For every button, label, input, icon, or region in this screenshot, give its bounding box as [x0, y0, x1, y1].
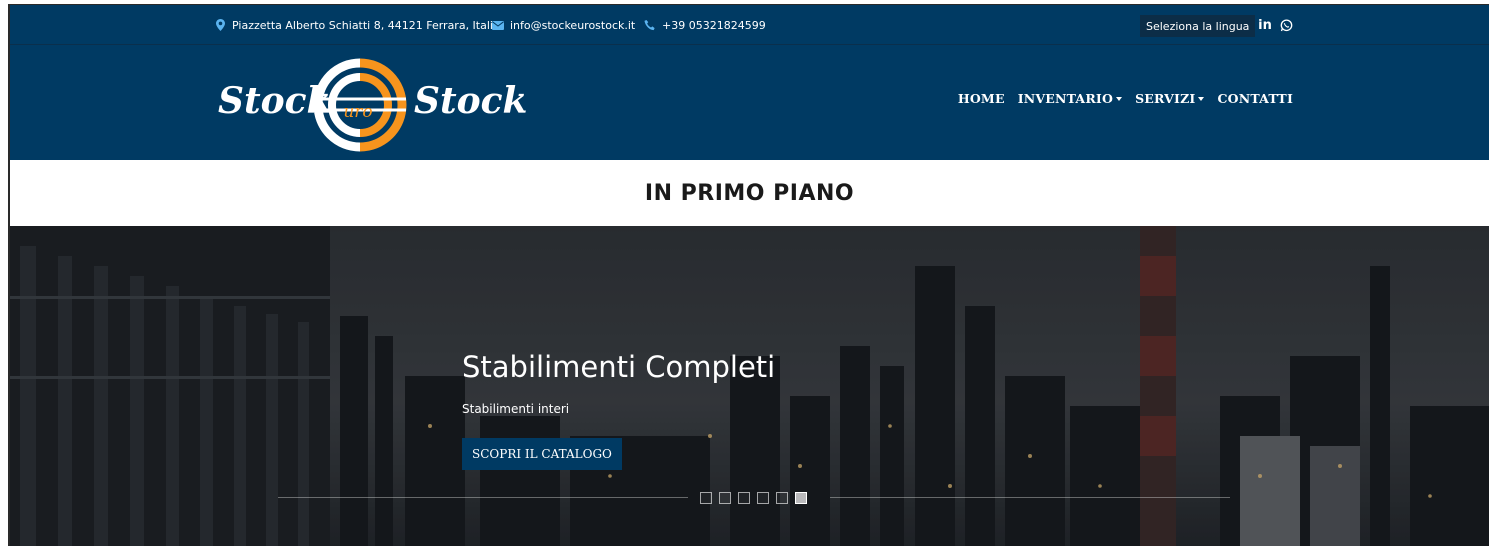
- nav-home[interactable]: HOME: [958, 91, 1005, 106]
- phone-contact[interactable]: +39 05321824599: [644, 5, 766, 45]
- svg-text:uro: uro: [343, 102, 372, 122]
- hero-title: Stabilimenti Completi: [462, 350, 776, 384]
- map-pin-icon: [214, 19, 226, 31]
- nav-inventario-label: INVENTARIO: [1017, 91, 1114, 106]
- address-contact: Piazzetta Alberto Schiatti 8, 44121 Ferr…: [214, 5, 500, 45]
- nav-contatti-label: CONTATTI: [1217, 91, 1293, 106]
- nav-inventario[interactable]: INVENTARIO: [1017, 91, 1123, 106]
- email-contact[interactable]: info@stockeurostock.it: [492, 5, 635, 45]
- site-logo[interactable]: Stock Stock uro: [210, 55, 540, 155]
- carousel-dot-4[interactable]: [757, 492, 769, 504]
- section-title: IN PRIMO PIANO: [10, 160, 1489, 226]
- nav-servizi-label: SERVIZI: [1135, 91, 1196, 106]
- catalog-button[interactable]: SCOPRI IL CATALOGO: [462, 438, 622, 470]
- carousel-dot-3[interactable]: [738, 492, 750, 504]
- carousel-dot-5[interactable]: [776, 492, 788, 504]
- linkedin-icon[interactable]: in: [1257, 17, 1273, 33]
- carousel-dot-2[interactable]: [719, 492, 731, 504]
- hero-carousel: Stabilimenti Completi Stabilimenti inter…: [10, 226, 1489, 546]
- carousel-dot-1[interactable]: [700, 492, 712, 504]
- address-text: Piazzetta Alberto Schiatti 8, 44121 Ferr…: [232, 18, 500, 32]
- caret-down-icon: [1198, 97, 1205, 101]
- svg-text:Stock: Stock: [218, 80, 332, 122]
- nav-home-label: HOME: [957, 91, 1005, 106]
- site-header: Stock Stock uro HOME INVENTARIO SERVIZI …: [10, 45, 1489, 160]
- phone-text[interactable]: +39 05321824599: [662, 19, 766, 32]
- phone-icon: [644, 19, 656, 31]
- carousel-dot-6[interactable]: [795, 492, 807, 504]
- nav-servizi[interactable]: SERVIZI: [1135, 91, 1205, 106]
- whatsapp-icon[interactable]: [1278, 17, 1294, 33]
- caret-down-icon: [1116, 97, 1123, 101]
- language-selector[interactable]: Seleziona la lingua: [1140, 15, 1256, 37]
- hero-subtitle: Stabilimenti interi: [462, 402, 570, 416]
- envelope-icon: [492, 19, 504, 31]
- main-navigation: HOME INVENTARIO SERVIZI CONTATTI: [958, 91, 1293, 106]
- carousel-dots: [700, 492, 807, 504]
- email-text[interactable]: info@stockeurostock.it: [510, 19, 635, 32]
- svg-text:Stock: Stock: [414, 80, 528, 122]
- top-contact-bar: Piazzetta Alberto Schiatti 8, 44121 Ferr…: [10, 5, 1489, 45]
- nav-contatti[interactable]: CONTATTI: [1217, 91, 1293, 106]
- browser-viewport: Piazzetta Alberto Schiatti 8, 44121 Ferr…: [8, 4, 1489, 546]
